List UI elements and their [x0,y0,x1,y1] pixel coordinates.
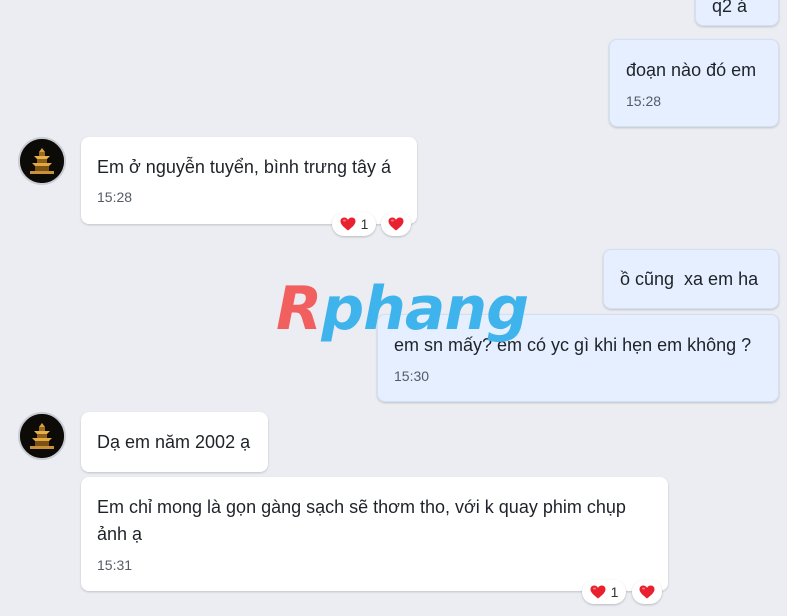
pagoda-image [20,414,64,458]
reaction-summary[interactable]: 1 [582,580,626,604]
reaction-count: 1 [360,216,369,232]
message-bubble-outgoing[interactable]: ồ cũng xa em ha [603,249,779,309]
contact-avatar[interactable] [18,137,66,185]
add-reaction-button[interactable] [381,212,411,236]
message-text: Em ở nguyễn tuyển, bình trưng tây á [97,157,392,177]
heart-icon [388,217,404,231]
message-time: 15:30 [394,368,430,384]
message-time: 15:28 [97,189,133,205]
message-text: em sn mấy? em có yc gì khi hẹn em không … [394,335,752,355]
message-time: 15:28 [626,93,662,109]
message-bubble-outgoing[interactable]: em sn mấy? em có yc gì khi hẹn em không … [377,314,779,402]
message-text: Dạ em năm 2002 ạ [97,432,251,452]
message-time: 15:31 [97,557,133,573]
message-text: ồ cũng xa em ha [620,269,759,289]
message-bubble-outgoing[interactable]: đoạn nào đó em 15:28 [609,39,779,127]
message-text: Em chỉ mong là gọn gàng sạch sẽ thơm tho… [97,497,626,544]
message-text: q2 á [712,0,748,16]
reaction-summary[interactable]: 1 [332,212,376,236]
reaction-count: 1 [610,584,619,600]
message-bubble-outgoing[interactable]: q2 á [695,0,779,26]
pagoda-image [20,139,64,183]
add-reaction-button[interactable] [632,580,662,604]
message-bubble-incoming[interactable]: Em chỉ mong là gọn gàng sạch sẽ thơm tho… [81,477,668,591]
contact-avatar[interactable] [18,412,66,460]
heart-icon [590,585,606,599]
heart-icon [340,217,356,231]
message-bubble-incoming[interactable]: Dạ em năm 2002 ạ [81,412,268,472]
heart-icon [639,585,655,599]
message-text: đoạn nào đó em [626,60,757,80]
message-bubble-incoming[interactable]: Em ở nguyễn tuyển, bình trưng tây á 15:2… [81,137,417,224]
